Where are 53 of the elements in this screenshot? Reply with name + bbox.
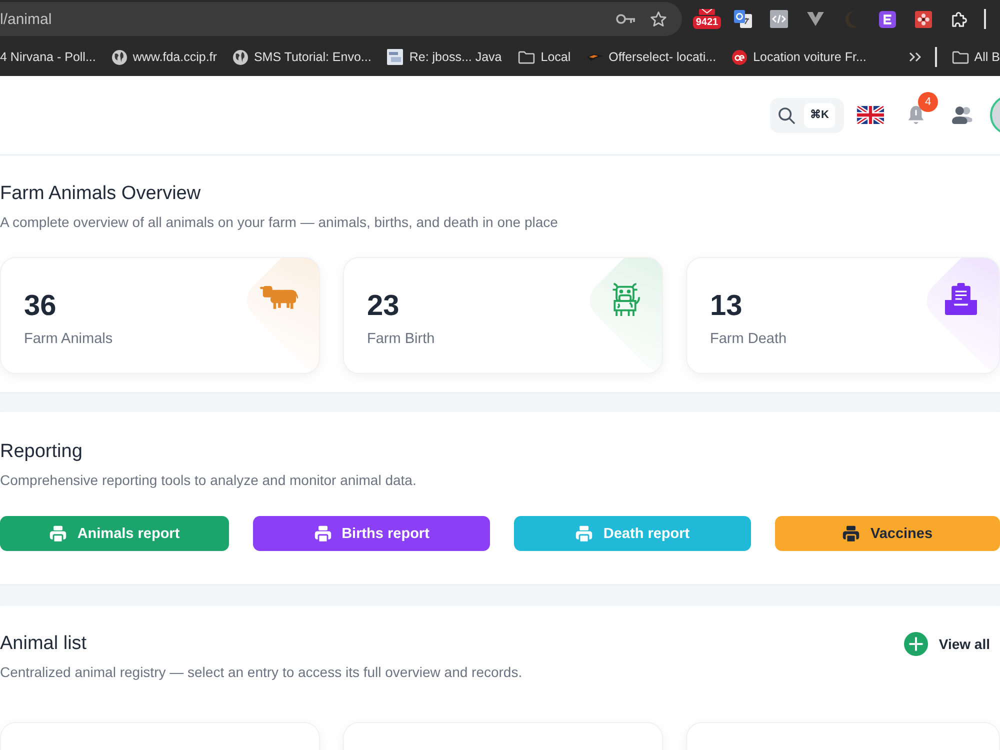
envelope-icon[interactable] bbox=[699, 9, 715, 15]
section-title: Farm Animals Overview bbox=[0, 182, 202, 206]
thumbnail-icon bbox=[387, 49, 404, 65]
section-title: Reporting bbox=[0, 440, 84, 464]
report-button[interactable]: Vaccines bbox=[775, 516, 1000, 551]
section-title: Animal list bbox=[0, 632, 88, 656]
chevrons-icon[interactable] bbox=[909, 52, 922, 62]
bookmark-link[interactable]: Local bbox=[540, 49, 571, 65]
bookmark-link[interactable]: All B bbox=[974, 49, 1000, 65]
users-icon[interactable] bbox=[952, 106, 973, 124]
printer-icon bbox=[575, 524, 594, 542]
puzzle-icon[interactable] bbox=[950, 10, 968, 28]
bell-icon[interactable] bbox=[906, 104, 926, 126]
bookmark-link[interactable]: www.fda.ccip.fr bbox=[132, 49, 217, 65]
stat-label: Farm Death bbox=[710, 330, 787, 349]
section-subtitle: Centralized animal registry — select an entry to access its full overview and records. bbox=[0, 663, 522, 682]
address-bar[interactable]: l/animal bbox=[0, 2, 682, 36]
section-subtitle: A complete overview of all animals on your farm — animals, births, and death in one place bbox=[0, 213, 559, 232]
folder-icon bbox=[518, 50, 535, 64]
globe-icon bbox=[232, 50, 248, 64]
star-icon[interactable] bbox=[650, 11, 667, 27]
report-button[interactable]: Births report bbox=[253, 516, 490, 551]
printer-icon bbox=[49, 524, 68, 542]
printer-icon bbox=[842, 524, 860, 542]
stat-label: Farm Birth bbox=[367, 330, 435, 349]
plus-circle-icon bbox=[904, 632, 928, 656]
bookmark-link[interactable]: SMS Tutorial: Envo... bbox=[254, 49, 372, 65]
section-subtitle: Comprehensive reporting tools to analyze and monitor animal data. bbox=[0, 471, 418, 490]
overlapping-tiles-icon[interactable] bbox=[734, 10, 752, 28]
e-tile-icon[interactable] bbox=[878, 10, 896, 28]
stat-value: 36 bbox=[24, 289, 56, 323]
extension-badge: 9421 bbox=[692, 16, 722, 29]
folder-icon bbox=[952, 50, 970, 64]
view-all-link[interactable]: View all bbox=[904, 632, 990, 656]
flower-tile-icon[interactable] bbox=[914, 10, 932, 28]
uk-flag-icon[interactable] bbox=[857, 106, 884, 124]
stat-value: 23 bbox=[367, 289, 400, 323]
v-shape-icon[interactable] bbox=[806, 12, 824, 26]
stat-value: 13 bbox=[710, 289, 742, 323]
bookmark-link[interactable]: Offerselect- locati... bbox=[608, 49, 716, 65]
search-icon bbox=[778, 106, 795, 124]
printer-icon bbox=[314, 524, 332, 542]
search-button[interactable]: ⌘K bbox=[770, 98, 844, 132]
logo-icon bbox=[586, 53, 603, 61]
globe-icon bbox=[112, 50, 127, 64]
bookmark-link[interactable]: Location voiture Fr... bbox=[753, 49, 866, 65]
key-icon[interactable] bbox=[616, 13, 636, 25]
logo-badge-icon bbox=[732, 50, 748, 64]
bookmark-link[interactable]: Re: jboss... Java bbox=[409, 49, 502, 65]
notification-badge: 4 bbox=[918, 92, 938, 112]
stat-label: Farm Animals bbox=[24, 330, 113, 349]
shortcut-key: ⌘K bbox=[804, 102, 835, 128]
bookmark-link[interactable]: 4 Nirvana - Poll... bbox=[0, 49, 96, 65]
